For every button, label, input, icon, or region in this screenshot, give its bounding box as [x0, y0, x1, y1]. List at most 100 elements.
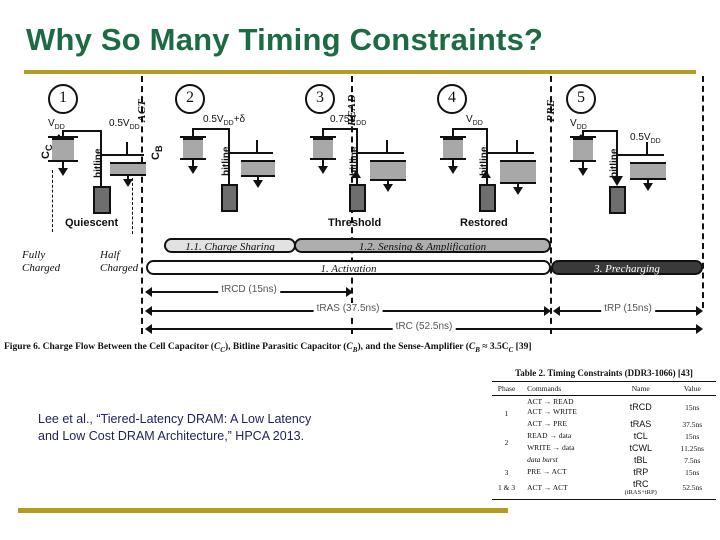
stage-4-bitline-cell	[479, 184, 496, 212]
stage-1-cc-label: CC	[40, 144, 55, 159]
row-7-value: 52.5ns	[682, 483, 703, 492]
stage-5-cc-ground	[578, 168, 588, 176]
row-1-phase: 1	[504, 408, 509, 418]
stage-1-cc-ground	[58, 168, 68, 176]
stage-1-cb-label: CB	[150, 145, 165, 160]
trp-label: tRP (15ns)	[601, 303, 655, 314]
stage-1-note-right: Half Charged	[100, 249, 139, 274]
table-header-name: Name	[612, 381, 669, 396]
row-5-name: tBL	[633, 455, 648, 465]
phase-bar-activation: 1. Activation	[146, 260, 551, 275]
row-1-commands: ACT → READ ACT → WRITE	[527, 397, 577, 416]
stage-3-bl-voltage-label: 0.75VDD	[330, 114, 367, 127]
stage-4-state-label: Restored	[460, 217, 508, 229]
row-3-phase: 2	[504, 437, 509, 447]
row-5-commands: data burst	[527, 455, 558, 464]
row-5-phase	[492, 454, 521, 466]
stage-1-leader-left	[52, 170, 53, 232]
stage-4-bl-voltage-label: VDD	[466, 114, 483, 127]
row-7-name: tRC (tRAS+tRP)	[624, 479, 657, 496]
trc-label: tRC (52.5ns)	[392, 321, 456, 332]
row-6-phase: 3	[504, 467, 509, 477]
row-4-name-tcwl: tCWL	[629, 443, 652, 453]
timing-trcd: tRCD (15ns)	[145, 284, 353, 297]
stage-1-cc-capacitor	[52, 138, 74, 162]
table-header-commands: Commands	[521, 381, 613, 396]
stage-4-restore-arrow	[481, 170, 491, 178]
footer-divider	[18, 508, 508, 513]
stage-3-cc-ground	[318, 166, 328, 174]
stage-number-3: 3	[305, 84, 335, 114]
stage-1-bitline-label: bitline	[93, 148, 104, 178]
stage-3-bitline-cell	[349, 184, 366, 212]
tras-arrow-right	[544, 306, 551, 316]
timing-trc: tRC (52.5ns)	[145, 321, 703, 334]
tras-label: tRAS (37.5ns)	[313, 303, 383, 314]
stage-1-bl-voltage-label: 0.5VDD	[109, 118, 140, 131]
phase-bar-sensing-amplification: 1.2. Sensing & Amplification	[294, 238, 551, 253]
table-header-row: Phase Commands Name Value	[492, 381, 716, 396]
stage-2-cb-top-plate	[243, 152, 273, 154]
row-6-value: 15ns	[685, 467, 700, 477]
table-header-phase: Phase	[492, 381, 522, 396]
stage-3-top-wire	[322, 128, 358, 130]
source-citation: Lee et al., “Tiered-Latency DRAM: A Low …	[38, 411, 438, 445]
stage-4-cb-ground	[513, 187, 523, 195]
stage-1-leader-right	[132, 178, 133, 234]
citation-line-1: Lee et al., “Tiered-Latency DRAM: A Low …	[38, 412, 312, 426]
table-row: ACT → PRE tRAS 37.5ns	[492, 418, 716, 430]
stage-1-cb-top-plate	[112, 154, 144, 156]
trp-arrow-right	[696, 306, 703, 316]
stage-1-note-left: Fully Charged	[22, 249, 61, 274]
row-6-commands: PRE → ACT	[527, 467, 567, 476]
stage-4-cb-top-plate	[502, 152, 534, 154]
table-element: Phase Commands Name Value 1 ACT → READ A…	[492, 381, 716, 499]
figure-caption: Figure 6. Charge Flow Between the Cell C…	[4, 342, 532, 354]
page-title: Why So Many Timing Constraints?	[26, 22, 544, 57]
stage-2-bl-voltage-label: 0.5VDD+δ	[203, 114, 246, 127]
stage-number-1: 1	[48, 84, 78, 114]
stage-4-cc-capacitor	[443, 138, 463, 160]
stage-3-cb-ground	[383, 184, 393, 192]
row-6-name: tRP	[633, 467, 649, 477]
row-1-value: 15ns	[685, 402, 700, 412]
stage-3-cb-capacitor	[370, 160, 406, 181]
row-4-command-write: WRITE → data	[527, 443, 575, 452]
stage-2-bitline-cell	[221, 184, 238, 212]
row-3-name-tcl: tCL	[633, 431, 648, 441]
row-2-value: 37.5ns	[682, 419, 703, 429]
phase-bar-charge-sharing: 1.1. Charge Sharing	[164, 238, 296, 253]
row-4-value-tcwl: 11.25ns	[680, 443, 704, 453]
stage-2-cc-ground	[188, 166, 198, 174]
stage-2-cb-ground	[253, 180, 263, 188]
row-2-name: tRAS	[630, 419, 652, 429]
command-label-pre: PRE	[545, 99, 557, 122]
row-5-value: 7.5ns	[684, 455, 701, 465]
stage-3-cb-top-plate	[372, 152, 404, 154]
stage-number-2: 2	[175, 84, 205, 114]
stage-5-cb-ground	[643, 183, 653, 191]
stage-5-cc-capacitor	[573, 138, 593, 162]
stage-1-bitline-cell	[93, 186, 111, 214]
stage-3-state-label: Threshold	[328, 217, 382, 229]
stage-4-cc-ground	[448, 166, 458, 174]
stage-3-restore-arrow	[351, 170, 361, 178]
timing-constraints-table: Table 2. Timing Constraints (DDR3-1066) …	[492, 368, 716, 500]
row-3-value-tcl: 15ns	[685, 431, 700, 441]
table-row: 1 ACT → READ ACT → WRITE tRCD 15ns	[492, 396, 716, 419]
stage-5-cb-top-plate	[632, 154, 664, 156]
table-row: WRITE → data tCWL 11.25ns	[492, 442, 716, 454]
table-title: Table 2. Timing Constraints (DDR3-1066) …	[515, 368, 693, 378]
stage-5-bitline-cell	[609, 186, 626, 214]
stage-2-cc-capacitor	[183, 138, 203, 160]
phase-bar-precharging: 3. Precharging	[551, 260, 703, 275]
stage-4-cb-capacitor	[500, 160, 536, 184]
stage-1-top-wire	[62, 130, 102, 132]
table-row: 3 PRE → ACT tRP 15ns	[492, 466, 716, 478]
row-1-name: tRCD	[629, 402, 652, 412]
dram-charge-flow-figure: ACT READ PRE 1 VDD CC bitline 0.5VDD CB	[0, 74, 720, 356]
trcd-arrow-right	[346, 287, 353, 297]
stage-1-state-label: Quiescent	[65, 217, 119, 229]
citation-line-2: and Low Cost DRAM Architecture,” HPCA 20…	[38, 429, 305, 443]
stage-5-bitline-label: bitline	[609, 148, 620, 178]
